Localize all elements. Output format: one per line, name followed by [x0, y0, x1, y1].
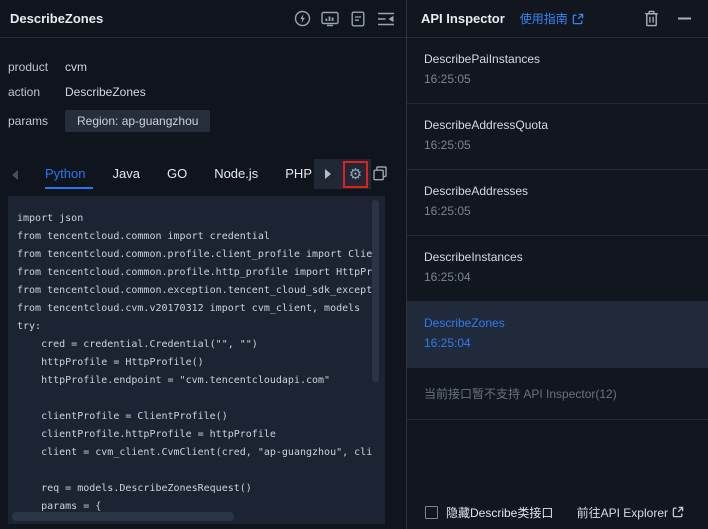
api-detail-panel: DescribeZones product cvm action Describ…	[0, 0, 407, 529]
collapse-panel-icon[interactable]	[376, 9, 396, 29]
api-timestamp: 16:25:05	[424, 204, 471, 218]
usage-guide-link[interactable]: 使用指南	[520, 10, 584, 27]
api-explorer-label: 前往API Explorer	[576, 505, 668, 520]
inspector-header-icons	[641, 9, 694, 29]
tab-go[interactable]: GO	[167, 159, 187, 190]
region-param-tag: Region: ap-guangzhou	[65, 110, 211, 132]
usage-guide-label: 使用指南	[519, 12, 568, 26]
api-timestamp: 16:25:05	[424, 138, 471, 152]
action-label: action	[8, 85, 41, 99]
api-timestamp: 16:25:04	[424, 270, 471, 284]
product-value: cvm	[65, 60, 87, 74]
api-call-list: DescribePaiInstances 16:25:05 DescribeAd…	[407, 38, 708, 420]
minimize-icon[interactable]	[674, 9, 694, 29]
horizontal-scrollbar[interactable]	[12, 512, 234, 521]
language-tabs: Python Java GO Node.js PHP	[45, 159, 318, 190]
left-header: DescribeZones	[0, 0, 406, 38]
params-label: params	[8, 114, 49, 128]
tab-nodejs[interactable]: Node.js	[214, 159, 258, 190]
vertical-scrollbar[interactable]	[372, 200, 379, 382]
document-icon[interactable]	[348, 9, 368, 29]
page-title: DescribeZones	[10, 11, 104, 26]
language-tabstrip: Python Java GO Node.js PHP ⚙	[0, 159, 407, 190]
external-link-icon	[572, 13, 584, 24]
meta-row-action: action DescribeZones	[8, 85, 398, 99]
unsupported-notice: 当前接口暂不支持 API Inspector(12)	[424, 387, 617, 401]
code-sample-block: import json from tencentcloud.common imp…	[8, 196, 385, 524]
api-name: DescribeZones	[424, 316, 505, 330]
tab-scroll-right-icon[interactable]	[325, 169, 331, 179]
api-name: DescribePaiInstances	[424, 52, 541, 66]
tab-scroll-left-icon[interactable]	[12, 170, 18, 180]
api-inspector-panel: API Inspector 使用指南 DescribePaiInstances …	[407, 0, 708, 529]
list-item-describeaddresses[interactable]: DescribeAddresses 16:25:05	[407, 170, 708, 236]
tab-php[interactable]: PHP	[285, 159, 312, 190]
tab-python[interactable]: Python	[45, 159, 95, 190]
tab-java[interactable]: Java	[112, 159, 139, 190]
api-name: DescribeAddresses	[424, 184, 529, 198]
annotation-highlight-box: ⚙	[343, 161, 368, 188]
console-icon[interactable]	[320, 9, 340, 29]
api-name: DescribeInstances	[424, 250, 523, 264]
inspector-title: API Inspector	[421, 11, 505, 26]
trash-icon[interactable]	[641, 9, 661, 29]
api-name: DescribeAddressQuota	[424, 118, 549, 132]
hide-describe-label: 隐藏Describe类接口	[446, 505, 554, 520]
api-timestamp: 16:25:05	[424, 72, 471, 86]
list-item-describepaiinstances[interactable]: DescribePaiInstances 16:25:05	[407, 38, 708, 104]
lightning-circle-icon[interactable]	[292, 9, 312, 29]
hide-describe-checkbox[interactable]	[425, 505, 438, 519]
api-explorer-link[interactable]: 前往API Explorer	[577, 504, 684, 521]
list-item-describeaddressquota[interactable]: DescribeAddressQuota 16:25:05	[407, 104, 708, 170]
copy-icon[interactable]	[373, 166, 387, 181]
inspector-footer: 隐藏Describe类接口 前往API Explorer	[407, 501, 708, 523]
meta-row-params: params Region: ap-guangzhou	[8, 110, 398, 132]
left-header-icons	[292, 9, 396, 29]
inspector-header: API Inspector 使用指南	[407, 0, 708, 38]
unsupported-notice-row: 当前接口暂不支持 API Inspector(12)	[407, 368, 708, 420]
product-label: product	[8, 60, 49, 74]
list-item-describeinstances[interactable]: DescribeInstances 16:25:04	[407, 236, 708, 302]
request-meta: product cvm action DescribeZones params …	[8, 60, 398, 143]
meta-row-product: product cvm	[8, 60, 398, 74]
action-value: DescribeZones	[65, 85, 146, 99]
code-sample[interactable]: import json from tencentcloud.common imp…	[8, 196, 385, 516]
api-timestamp: 16:25:04	[424, 336, 471, 350]
external-link-icon	[672, 506, 684, 518]
gear-icon[interactable]: ⚙	[349, 167, 362, 182]
list-item-describezones-selected[interactable]: DescribeZones 16:25:04	[407, 302, 708, 368]
